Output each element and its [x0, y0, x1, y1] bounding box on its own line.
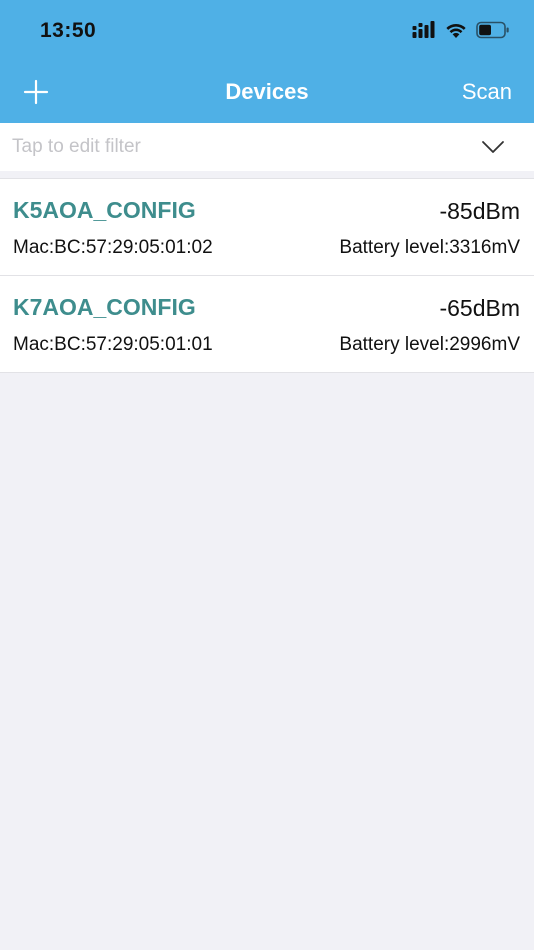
device-row-k7aoa[interactable]: K7AOA_CONFIG -65dBm Mac:BC:57:29:05:01:0… [0, 276, 534, 373]
wifi-icon [444, 21, 468, 44]
device-battery: Battery level:2996mV [339, 334, 520, 355]
app-header: 13:50 Devices Scan [0, 0, 534, 123]
device-rssi: -65dBm [439, 295, 520, 321]
device-list: K5AOA_CONFIG -85dBm Mac:BC:57:29:05:01:0… [0, 178, 534, 373]
device-name: K5AOA_CONFIG [13, 197, 196, 223]
cellular-signal-icon [412, 20, 436, 44]
device-rssi: -85dBm [439, 198, 520, 224]
status-time: 13:50 [40, 19, 97, 42]
page-title: Devices [225, 79, 309, 104]
device-mac: Mac:BC:57:29:05:01:02 [13, 237, 213, 258]
status-icons [412, 20, 510, 44]
chevron-down-icon[interactable] [480, 137, 506, 157]
device-battery: Battery level:3316mV [339, 237, 520, 258]
device-name: K7AOA_CONFIG [13, 294, 196, 320]
status-bar: 13:50 [0, 0, 534, 62]
scan-button[interactable]: Scan [462, 79, 512, 105]
filter-input[interactable] [12, 133, 452, 161]
device-mac: Mac:BC:57:29:05:01:01 [13, 334, 213, 355]
filter-bar [0, 123, 534, 171]
device-row-k5aoa[interactable]: K5AOA_CONFIG -85dBm Mac:BC:57:29:05:01:0… [0, 179, 534, 276]
battery-icon [476, 21, 510, 44]
navigation-bar: Devices Scan [0, 62, 534, 123]
